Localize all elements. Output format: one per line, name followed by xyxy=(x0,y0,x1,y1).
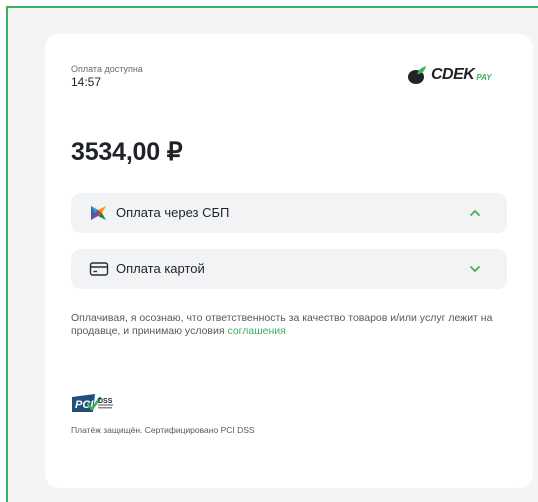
credit-card-icon xyxy=(89,262,109,276)
agreement-link[interactable]: соглашения xyxy=(227,325,285,337)
payment-amount: 3534,00 ₽ xyxy=(71,138,183,166)
consent-text: Оплачивая, я осознаю, что ответственност… xyxy=(71,312,511,338)
card-option-label: Оплата картой xyxy=(116,261,205,276)
sbp-logo-icon xyxy=(91,206,106,220)
svg-text:DSS: DSS xyxy=(98,398,113,405)
chevron-up-icon[interactable] xyxy=(469,207,481,219)
sbp-payment-option[interactable]: Оплата через СБП xyxy=(71,193,507,233)
payment-card: Оплата доступна 14:57 CDEK PAY 3534,00 ₽… xyxy=(45,34,533,488)
cdek-leaf-icon xyxy=(408,66,426,84)
logo-brand: CDEK xyxy=(431,66,475,83)
security-note: Платёж защищён. Сертифицировано PCI DSS xyxy=(71,425,255,435)
cdek-pay-logo: CDEK PAY xyxy=(407,64,492,86)
card-payment-option[interactable]: Оплата картой xyxy=(71,249,507,289)
sbp-option-label: Оплата через СБП xyxy=(116,205,230,220)
availability-label: Оплата доступна xyxy=(71,64,143,74)
pci-dss-badge: PCI DSS xyxy=(71,392,115,419)
page-frame: Оплата доступна 14:57 CDEK PAY 3534,00 ₽… xyxy=(6,6,538,502)
availability-time: 14:57 xyxy=(71,75,102,89)
pci-dss-logo-icon: PCI DSS xyxy=(72,394,113,412)
logo-suffix: PAY xyxy=(476,73,492,82)
chevron-down-icon[interactable] xyxy=(469,263,481,275)
